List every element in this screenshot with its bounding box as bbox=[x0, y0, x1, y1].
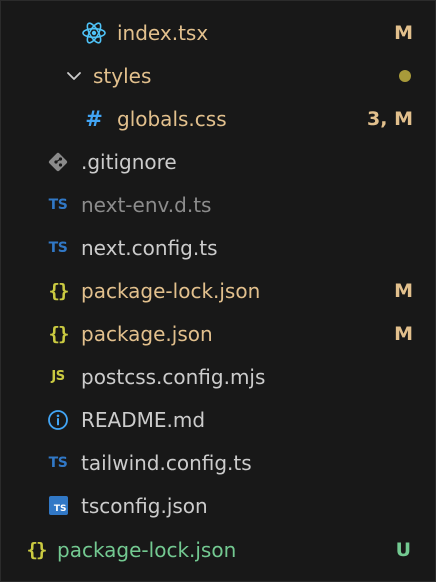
tree-item-label: tsconfig.json bbox=[81, 493, 208, 518]
typescript-icon: TS bbox=[48, 239, 68, 256]
modified-dot-icon bbox=[399, 69, 411, 82]
tree-item-next-env[interactable]: TS next-env.d.ts bbox=[1, 183, 435, 226]
tree-item-tailwind-config[interactable]: TS tailwind.config.ts bbox=[1, 441, 435, 484]
tree-item-label: README.md bbox=[81, 407, 206, 432]
tsconfig-icon: TS bbox=[43, 491, 73, 521]
tree-item-label: postcss.config.mjs bbox=[81, 364, 266, 389]
tree-item-gitignore[interactable]: .gitignore bbox=[1, 140, 435, 183]
tree-item-label: index.tsx bbox=[117, 20, 209, 45]
tree-item-label: globals.css bbox=[117, 106, 227, 131]
tree-item-label: .gitignore bbox=[81, 149, 177, 174]
json-icon: {} bbox=[48, 322, 70, 345]
tree-folder-styles[interactable]: styles bbox=[1, 54, 435, 97]
tree-item-label: next-env.d.ts bbox=[81, 192, 212, 217]
info-icon bbox=[43, 405, 73, 435]
tree-item-label: next.config.ts bbox=[81, 235, 218, 260]
tree-item-label: styles bbox=[93, 63, 152, 88]
react-icon bbox=[79, 18, 109, 48]
tree-item-readme[interactable]: README.md bbox=[1, 398, 435, 441]
tree-item-label: tailwind.config.ts bbox=[81, 450, 252, 475]
typescript-icon: TS bbox=[48, 196, 68, 213]
tree-item-label: package-lock.json bbox=[57, 537, 237, 562]
tree-item-package-lock-untracked[interactable]: {} package-lock.json U bbox=[1, 528, 435, 571]
git-status-badge: M bbox=[394, 322, 413, 345]
tree-item-index-tsx[interactable]: index.tsx M bbox=[1, 11, 435, 54]
javascript-icon: JS bbox=[51, 369, 65, 384]
git-icon bbox=[43, 147, 73, 177]
git-status-badge: U bbox=[395, 538, 411, 561]
typescript-icon: TS bbox=[48, 454, 68, 471]
tree-item-next-config[interactable]: TS next.config.ts bbox=[1, 226, 435, 269]
tree-item-label: package.json bbox=[81, 321, 213, 346]
tree-item-globals-css[interactable]: # globals.css 3, M bbox=[1, 97, 435, 140]
git-status-badge: 3, M bbox=[367, 107, 413, 130]
git-status-badge: M bbox=[394, 279, 413, 302]
tree-item-tsconfig[interactable]: TS tsconfig.json bbox=[1, 484, 435, 527]
tree-item-label: package-lock.json bbox=[81, 278, 261, 303]
chevron-down-icon bbox=[63, 61, 85, 91]
tree-item-postcss-config[interactable]: JS postcss.config.mjs bbox=[1, 355, 435, 398]
tree-item-package-lock[interactable]: {} package-lock.json M bbox=[1, 269, 435, 312]
tree-item-package-json[interactable]: {} package.json M bbox=[1, 312, 435, 355]
hash-icon: # bbox=[85, 106, 103, 131]
json-icon: {} bbox=[48, 279, 70, 302]
json-icon: {} bbox=[26, 538, 48, 561]
file-explorer: index.tsx M styles # globals.css 3, M .g… bbox=[0, 0, 436, 582]
git-status-badge: M bbox=[394, 21, 413, 44]
